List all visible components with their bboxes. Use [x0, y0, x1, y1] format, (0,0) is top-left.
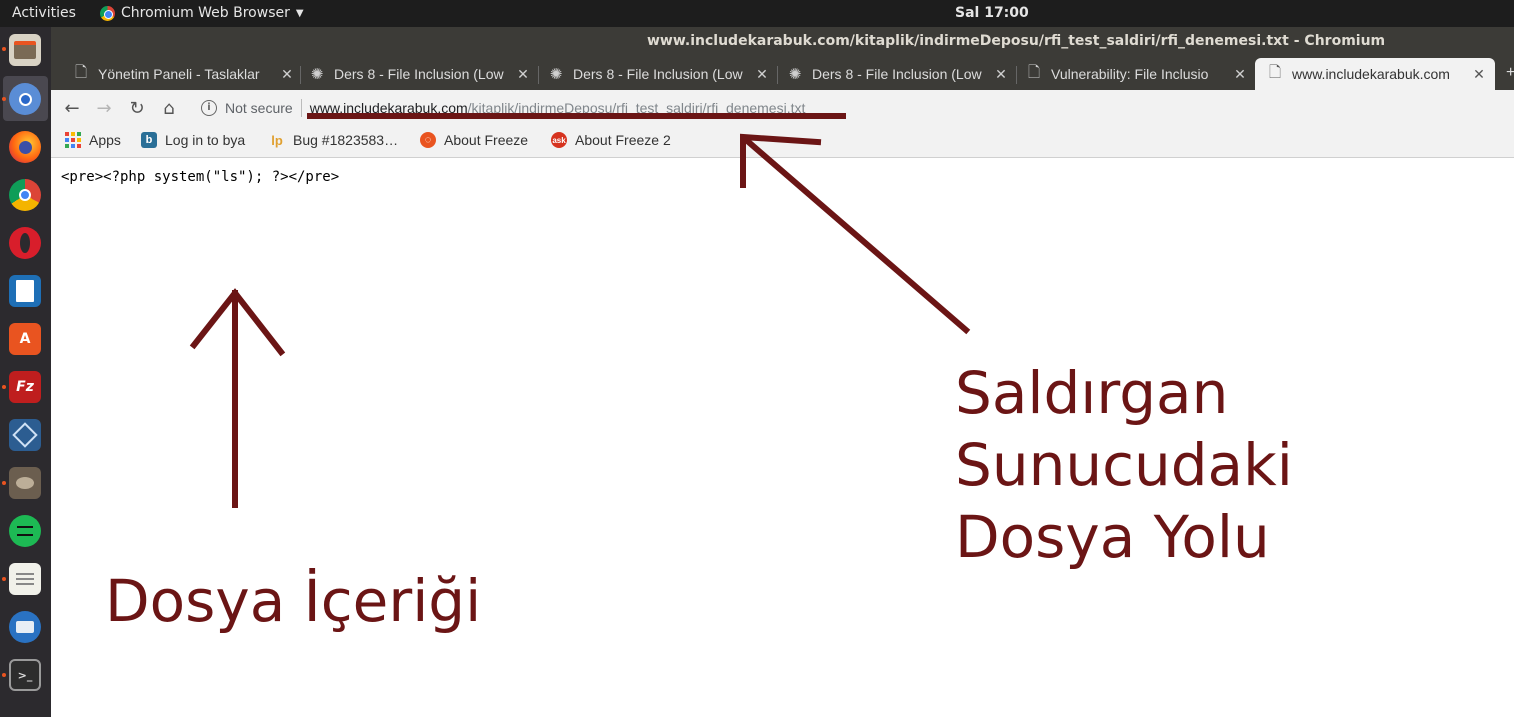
text-editor-icon[interactable]	[9, 563, 41, 595]
omnibox-divider	[300, 98, 302, 117]
bookmark-bug[interactable]: lp Bug #1823583…	[269, 132, 398, 148]
bookmark-bya[interactable]: b Log in to bya	[141, 132, 245, 148]
gnome-top-bar: Activities Chromium Web Browser ▼ Sal 17…	[0, 0, 1514, 27]
tab-label: Yönetim Paneli - Taslaklar	[98, 66, 260, 82]
close-icon[interactable]: ✕	[279, 66, 295, 83]
page-icon: 🗋	[74, 63, 88, 81]
tab-label: Ders 8 - File Inclusion (Low	[334, 66, 504, 82]
security-label[interactable]: Not secure	[225, 100, 293, 116]
chevron-down-icon: ▼	[295, 7, 304, 19]
new-tab-icon[interactable]: +	[1506, 64, 1514, 82]
running-indicator	[2, 97, 6, 101]
close-icon[interactable]: ✕	[993, 66, 1009, 83]
tab[interactable]: 🗋 Vulnerability: File Inclusio ✕	[1026, 58, 1248, 90]
back-button[interactable]: ←	[59, 95, 85, 121]
launchpad-icon: lp	[271, 132, 283, 148]
chromium-icon[interactable]	[9, 83, 41, 115]
browser-toolbar: ← → ↻ ⌂ i Not secure www.includekarabuk.…	[51, 90, 1514, 125]
spotify-icon[interactable]	[9, 515, 41, 547]
bookmark-label: Bug #1823583…	[293, 132, 399, 148]
path-annotation-line1: Saldırgan	[955, 359, 1229, 427]
tab-label: Vulnerability: File Inclusio	[1051, 66, 1209, 82]
firefox-icon[interactable]	[9, 131, 41, 163]
running-indicator	[2, 673, 6, 677]
running-indicator	[2, 47, 6, 51]
url-path: /kitaplik/indirmeDeposu/rfi_test_saldiri…	[467, 99, 806, 116]
tab[interactable]: ✺ Ders 8 - File Inclusion (Low ✕	[787, 58, 1009, 90]
tab-active[interactable]: 🗋 www.includekarabuk.com ✕	[1255, 58, 1495, 90]
launcher-dock: A Fz >_	[0, 27, 51, 717]
close-icon[interactable]: ✕	[515, 66, 531, 83]
window-title-bar[interactable]: www.includekarabuk.com/kitaplik/indirmeD…	[51, 27, 1514, 54]
chrome-icon[interactable]	[9, 179, 41, 211]
spark-icon: ✺	[549, 66, 563, 83]
clock[interactable]: Sal 17:00	[955, 5, 1029, 21]
close-icon[interactable]: ✕	[754, 66, 770, 83]
filezilla-icon[interactable]: Fz	[9, 371, 41, 403]
forward-button[interactable]: →	[91, 95, 117, 121]
bya-icon: b	[141, 132, 157, 148]
running-indicator	[2, 481, 6, 485]
path-annotation-line2: Sunucudaki	[955, 431, 1293, 499]
tab-label: Ders 8 - File Inclusion (Low	[812, 66, 982, 82]
tab-separator	[1016, 66, 1017, 84]
page-icon: 🗋	[1027, 63, 1041, 81]
opera-icon[interactable]	[9, 227, 41, 259]
bookmark-about-freeze[interactable]: ◌ About Freeze	[420, 132, 528, 148]
bookmarks-bar: Apps b Log in to bya lp Bug #1823583… ◌ …	[51, 125, 1514, 158]
content-annotation-label: Dosya İçeriği	[105, 567, 482, 635]
terminal-icon[interactable]: >_	[9, 659, 41, 691]
bookmark-label: Apps	[89, 132, 121, 148]
libreoffice-writer-icon[interactable]	[9, 275, 41, 307]
running-indicator	[2, 385, 6, 389]
tab-label: www.includekarabuk.com	[1292, 66, 1450, 82]
tab[interactable]: 🗋 Yönetim Paneli - Taslaklar ✕	[73, 58, 295, 90]
thunderbird-icon[interactable]	[9, 611, 41, 643]
bookmark-about-freeze-2[interactable]: ask About Freeze 2	[551, 132, 671, 148]
home-button[interactable]: ⌂	[156, 95, 182, 121]
url-host: www.includekarabuk.com	[309, 99, 468, 116]
window-title: www.includekarabuk.com/kitaplik/indirmeD…	[647, 33, 1386, 49]
bookmark-label: About Freeze	[444, 132, 529, 148]
tab-separator	[300, 66, 301, 84]
page-icon: 🗋	[1268, 63, 1282, 81]
files-icon[interactable]	[9, 34, 41, 66]
address-bar[interactable]: i Not secure www.includekarabuk.com/kita…	[191, 94, 1491, 121]
gimp-icon[interactable]	[9, 467, 41, 499]
app-menu[interactable]: Chromium Web Browser ▼	[100, 5, 304, 21]
close-icon[interactable]: ✕	[1471, 66, 1487, 83]
tab-separator	[538, 66, 539, 84]
tab-strip: 🗋 Yönetim Paneli - Taslaklar ✕ ✺ Ders 8 …	[51, 54, 1514, 90]
tab[interactable]: ✺ Ders 8 - File Inclusion (Low ✕	[309, 58, 531, 90]
bookmark-apps[interactable]: Apps	[65, 132, 121, 148]
tab[interactable]: ✺ Ders 8 - File Inclusion (Low ✕	[548, 58, 770, 90]
activities-button[interactable]: Activities	[12, 5, 76, 21]
chromium-icon	[100, 5, 115, 21]
reload-button[interactable]: ↻	[124, 95, 150, 121]
virtualbox-icon[interactable]	[9, 419, 41, 451]
close-icon[interactable]: ✕	[1232, 66, 1248, 83]
app-menu-label: Chromium Web Browser	[121, 5, 290, 21]
path-annotation-line3: Dosya Yolu	[955, 503, 1270, 571]
software-center-icon[interactable]: A	[9, 323, 41, 355]
file-content: <pre><?php system("ls"); ?></pre>	[61, 169, 340, 185]
running-indicator	[2, 577, 6, 581]
info-icon[interactable]: i	[201, 99, 217, 116]
bookmark-label: About Freeze 2	[575, 132, 671, 148]
bookmark-label: Log in to bya	[165, 132, 246, 148]
spark-icon: ✺	[310, 66, 324, 83]
tab-label: Ders 8 - File Inclusion (Low	[573, 66, 743, 82]
tab-separator	[777, 66, 778, 84]
askubuntu-icon: ask	[551, 132, 567, 148]
apps-grid-icon	[65, 132, 81, 148]
spark-icon: ✺	[788, 66, 802, 83]
ubuntu-icon: ◌	[420, 132, 436, 148]
